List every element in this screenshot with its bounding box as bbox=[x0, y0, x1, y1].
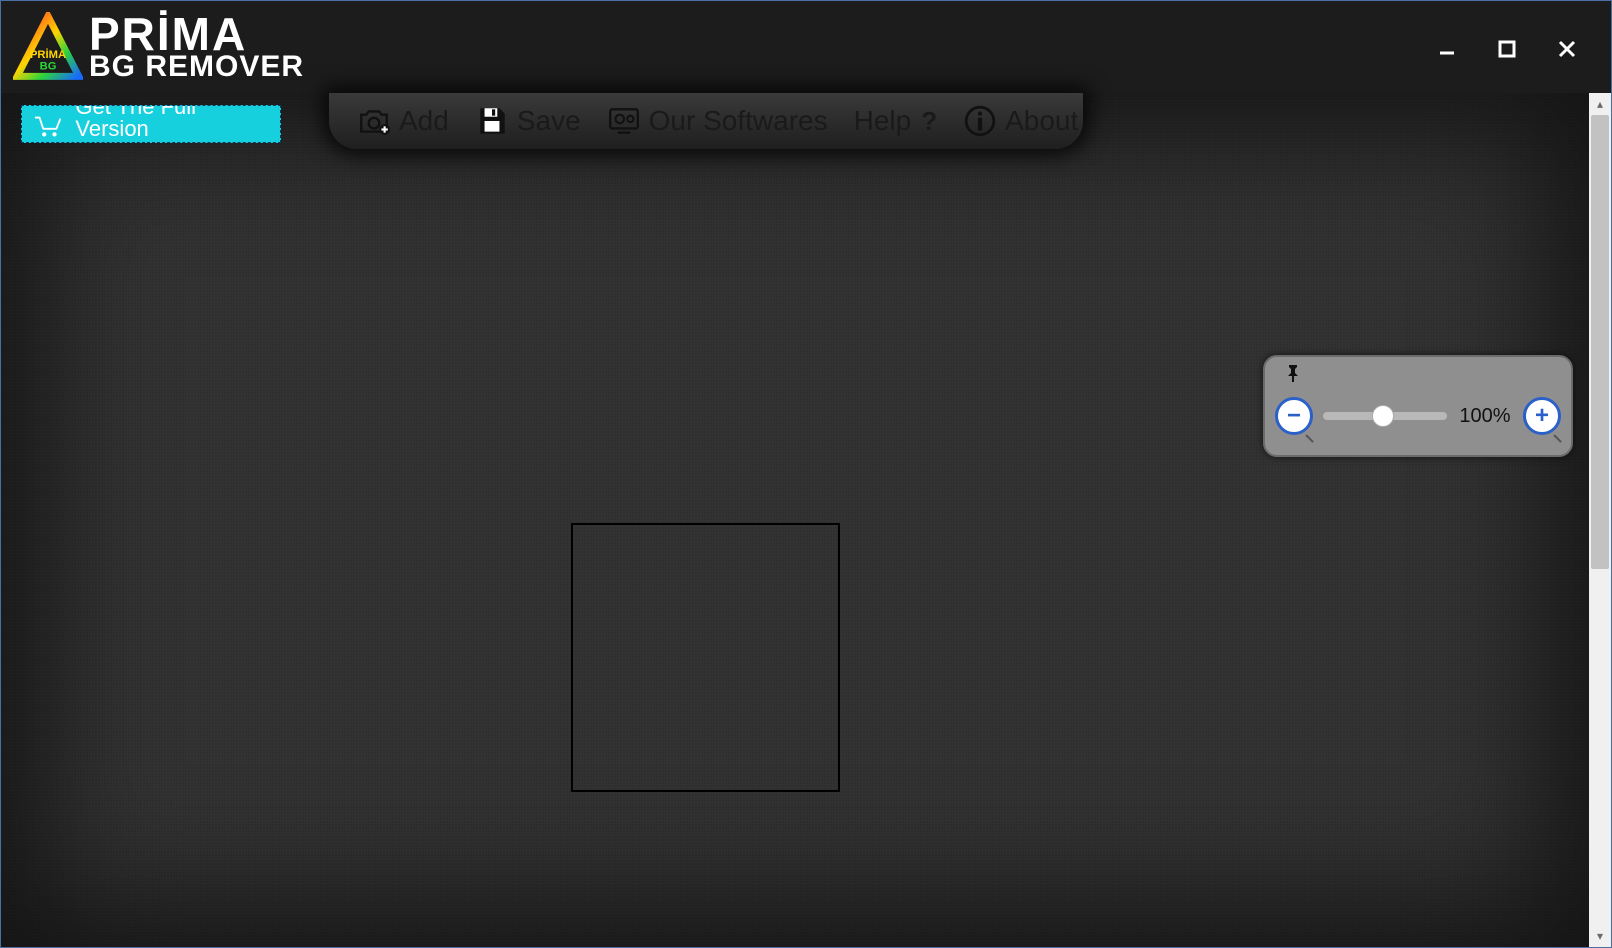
softwares-icon bbox=[607, 104, 641, 138]
save-icon bbox=[475, 104, 509, 138]
logo-triangle-icon: PRİMA BG bbox=[13, 12, 83, 82]
zoom-slider-knob[interactable] bbox=[1372, 405, 1394, 427]
minimize-button[interactable] bbox=[1431, 33, 1463, 65]
window-controls bbox=[1431, 29, 1603, 65]
cart-icon bbox=[30, 108, 63, 142]
main-toolbar: Add Save Our Softwares Help ? bbox=[329, 93, 1083, 149]
get-full-version-label: Get The Full Version bbox=[75, 105, 272, 140]
help-question-icon: ? bbox=[921, 106, 937, 137]
scroll-down-button[interactable]: ▾ bbox=[1589, 925, 1611, 947]
canvas-area[interactable]: Get The Full Version Add Save bbox=[1, 93, 1589, 947]
scroll-track[interactable] bbox=[1589, 115, 1611, 925]
logo-text: PRİMA BG REMOVER bbox=[89, 15, 304, 80]
our-softwares-label: Our Softwares bbox=[649, 105, 828, 137]
help-label: Help bbox=[854, 105, 912, 137]
logo-line1: PRİMA bbox=[89, 15, 304, 54]
zoom-in-button[interactable]: + bbox=[1523, 397, 1561, 435]
zoom-value-label: 100% bbox=[1457, 405, 1513, 428]
zoom-controls: − 100% + bbox=[1275, 383, 1561, 449]
zoom-out-button[interactable]: − bbox=[1275, 397, 1313, 435]
logo-badge-text2: BG bbox=[40, 60, 57, 72]
logo-line2: BG REMOVER bbox=[89, 54, 304, 80]
add-label: Add bbox=[399, 105, 449, 137]
info-icon bbox=[963, 104, 997, 138]
vertical-scrollbar[interactable]: ▴ ▾ bbox=[1589, 93, 1611, 947]
about-label: About bbox=[1005, 105, 1078, 137]
about-button[interactable]: About bbox=[963, 104, 1078, 138]
app-logo: PRİMA BG PRİMA BG REMOVER bbox=[13, 12, 304, 82]
title-bar: PRİMA BG PRİMA BG REMOVER bbox=[1, 1, 1611, 93]
camera-add-icon bbox=[357, 104, 391, 138]
scroll-thumb[interactable] bbox=[1591, 115, 1609, 569]
help-button[interactable]: Help ? bbox=[854, 105, 937, 137]
canvas-placeholder[interactable] bbox=[571, 523, 840, 792]
minus-icon: − bbox=[1287, 402, 1301, 430]
save-button[interactable]: Save bbox=[475, 104, 581, 138]
scroll-up-button[interactable]: ▴ bbox=[1589, 93, 1611, 115]
close-button[interactable] bbox=[1551, 33, 1583, 65]
logo-badge-text1: PRİMA bbox=[30, 48, 66, 61]
content-area: Get The Full Version Add Save bbox=[1, 93, 1611, 947]
add-button[interactable]: Add bbox=[357, 104, 449, 138]
save-label: Save bbox=[517, 105, 581, 137]
zoom-slider[interactable] bbox=[1323, 412, 1447, 420]
pin-icon[interactable] bbox=[1283, 363, 1303, 383]
plus-icon: + bbox=[1535, 402, 1549, 430]
zoom-panel: − 100% + bbox=[1263, 355, 1573, 457]
maximize-button[interactable] bbox=[1491, 33, 1523, 65]
app-window: PRİMA BG PRİMA BG REMOVER bbox=[0, 0, 1612, 948]
get-full-version-button[interactable]: Get The Full Version bbox=[21, 105, 281, 143]
our-softwares-button[interactable]: Our Softwares bbox=[607, 104, 828, 138]
